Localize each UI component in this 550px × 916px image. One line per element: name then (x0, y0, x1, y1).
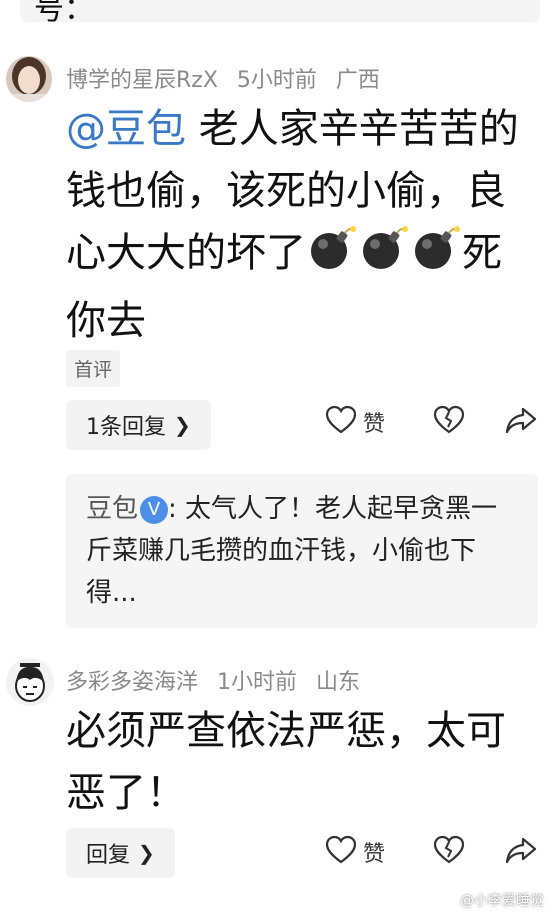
timestamp: 1小时前 (217, 670, 298, 695)
share-icon (505, 405, 537, 439)
dislike-button[interactable] (433, 405, 465, 439)
reply-author[interactable]: 豆包 (86, 494, 138, 524)
reply-button[interactable]: 回复 ❯ (66, 828, 175, 878)
dislike-button[interactable] (433, 835, 465, 869)
broken-heart-icon (433, 405, 465, 439)
previous-item-fragment: 号： (0, 0, 550, 27)
previous-text-fragment: 号： (34, 0, 94, 27)
location: 山东 (316, 670, 361, 695)
share-button[interactable] (505, 405, 537, 439)
comment-text: 必须严查依法严惩，太可恶了！ (66, 708, 506, 816)
avatar[interactable] (6, 56, 52, 102)
watermark: @小李爱睡觉 (460, 893, 544, 909)
like-button[interactable]: 赞 (325, 405, 385, 439)
bomb-emoji-icon (308, 224, 356, 290)
mention-link[interactable]: @豆包 (66, 106, 186, 152)
reply-label: 回复 (86, 843, 131, 868)
share-button[interactable] (505, 835, 537, 869)
comment-actions: 赞 (325, 835, 545, 875)
chevron-right-icon: ❯ (138, 841, 155, 865)
comment-actions: 赞 (325, 405, 545, 445)
comment-meta: 多彩多姿海洋 1小时前 山东 (66, 664, 372, 696)
share-icon (505, 835, 537, 869)
timestamp: 5小时前 (236, 68, 317, 93)
like-label: 赞 (363, 412, 386, 437)
username[interactable]: 多彩多姿海洋 (66, 670, 198, 695)
location: 广西 (335, 68, 380, 93)
comment-text: @豆包 老人家辛辛苦苦的钱也偷，该死的小偷，良心大大的坏了 死你去 (66, 98, 536, 352)
avatar[interactable] (6, 658, 54, 706)
view-replies-label: 1条回复 (86, 415, 166, 440)
broken-heart-icon (433, 835, 465, 869)
reply-preview[interactable]: 豆包 V: 太气人了！老人起早贪黑一斤菜赚几毛攒的血汗钱，小偷也下得... (66, 474, 538, 628)
heart-icon (325, 405, 357, 439)
like-label: 赞 (363, 842, 386, 867)
bomb-emoji-icon (412, 224, 460, 290)
view-replies-button[interactable]: 1条回复 ❯ (66, 400, 211, 450)
chevron-right-icon: ❯ (174, 413, 191, 437)
verified-v-icon: V (140, 496, 169, 524)
like-button[interactable]: 赞 (325, 835, 385, 869)
comment-meta: 博学的星辰RzX 5小时前 广西 (66, 62, 392, 94)
first-comment-badge: 首评 (66, 350, 121, 387)
username[interactable]: 博学的星辰RzX (66, 68, 218, 93)
bomb-emoji-icon (360, 224, 408, 290)
heart-icon (325, 835, 357, 869)
